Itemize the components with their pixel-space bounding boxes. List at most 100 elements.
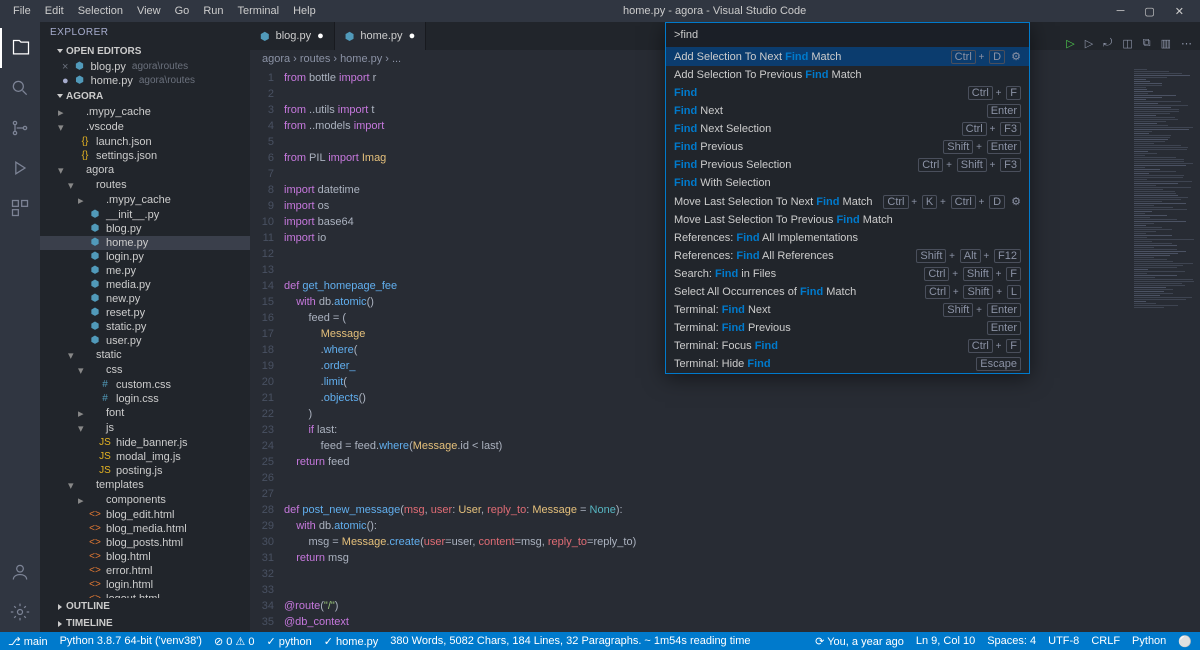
workspace-section[interactable]: AGORA [40, 88, 250, 105]
command-palette-item[interactable]: FindCtrl + F [666, 84, 1029, 102]
timeline-section[interactable]: TIMELINE [40, 615, 250, 632]
file-item[interactable]: ⬢media.py [40, 278, 250, 292]
folder-item[interactable]: ▸ .mypy_cache [40, 193, 250, 208]
command-palette-input[interactable] [666, 23, 1029, 47]
editor-tab[interactable]: ⬢home.py● [335, 22, 426, 50]
file-item[interactable]: #login.css [40, 392, 250, 406]
menu-run[interactable]: Run [196, 5, 230, 17]
command-palette-item[interactable]: References: Find All Implementations [666, 229, 1029, 247]
menu-selection[interactable]: Selection [71, 5, 130, 17]
statusbar-item[interactable]: ⟳ You, a year ago [815, 635, 904, 648]
statusbar-item[interactable]: ⎇ main [8, 635, 48, 648]
statusbar-item[interactable]: UTF-8 [1048, 635, 1079, 648]
command-palette-item[interactable]: Terminal: Find NextShift + Enter [666, 301, 1029, 319]
editor-tab[interactable]: ⬢blog.py● [250, 22, 335, 50]
file-item[interactable]: ⬢blog.py [40, 222, 250, 236]
file-item[interactable]: {}settings.json [40, 149, 250, 163]
command-palette-item[interactable]: Move Last Selection To Next Find MatchCt… [666, 192, 1029, 211]
minimize-icon[interactable]: ─ [1107, 5, 1135, 17]
file-item[interactable]: ⬢home.py [40, 236, 250, 250]
close-icon[interactable]: ✕ [1165, 5, 1194, 18]
open-editor-item[interactable]: ×⬢blog.pyagora\routes [40, 60, 250, 74]
breadcrumb-item[interactable]: routes [300, 53, 331, 65]
file-item[interactable]: ⬢user.py [40, 334, 250, 348]
menu-file[interactable]: File [6, 5, 38, 17]
statusbar-item[interactable]: CRLF [1091, 635, 1120, 648]
open-editor-item[interactable]: ●⬢home.pyagora\routes [40, 74, 250, 88]
menu-edit[interactable]: Edit [38, 5, 71, 17]
file-item[interactable]: <>blog.html [40, 550, 250, 564]
file-item[interactable]: ⬢new.py [40, 292, 250, 306]
folder-item[interactable]: ▾ routes [40, 178, 250, 193]
minimap[interactable] [1130, 68, 1200, 632]
command-palette-item[interactable]: Terminal: Find PreviousEnter [666, 319, 1029, 337]
statusbar-item[interactable]: Ln 9, Col 10 [916, 635, 975, 648]
statusbar-item[interactable]: ⚪ [1178, 635, 1192, 648]
statusbar-item[interactable]: Spaces: 4 [987, 635, 1036, 648]
command-palette-item[interactable]: Find Next SelectionCtrl + F3 [666, 120, 1029, 138]
split-editor-icon[interactable]: ◫ [1122, 37, 1132, 50]
folder-item[interactable]: ▾ .vscode [40, 120, 250, 135]
explorer-icon[interactable] [0, 28, 40, 68]
file-item[interactable]: ⬢static.py [40, 320, 250, 334]
open-editors-section[interactable]: OPEN EDITORS [40, 43, 250, 60]
folder-item[interactable]: ▾ js [40, 421, 250, 436]
menu-help[interactable]: Help [286, 5, 323, 17]
file-item[interactable]: <>blog_media.html [40, 522, 250, 536]
file-item[interactable]: <>blog_edit.html [40, 508, 250, 522]
run-debug-icon[interactable]: ▷ [1085, 37, 1093, 50]
outline-section[interactable]: OUTLINE [40, 598, 250, 615]
file-item[interactable]: ⬢reset.py [40, 306, 250, 320]
statusbar-item[interactable]: Python [1132, 635, 1166, 648]
command-palette-item[interactable]: Select All Occurrences of Find MatchCtrl… [666, 283, 1029, 301]
file-item[interactable]: ⬢login.py [40, 250, 250, 264]
file-item[interactable]: JShide_banner.js [40, 436, 250, 450]
folder-item[interactable]: ▾ static [40, 348, 250, 363]
file-item[interactable]: ⬢__init__.py [40, 208, 250, 222]
gear-icon[interactable]: ⚙ [1011, 50, 1021, 63]
breadcrumb-item[interactable]: agora [262, 53, 290, 65]
folder-item[interactable]: ▸ font [40, 406, 250, 421]
command-palette-item[interactable]: Find NextEnter [666, 102, 1029, 120]
folder-item[interactable]: ▸ .mypy_cache [40, 105, 250, 120]
git-compare-icon[interactable]: ⤾ [1103, 37, 1112, 50]
file-item[interactable]: ⬢me.py [40, 264, 250, 278]
file-item[interactable]: JSmodal_img.js [40, 450, 250, 464]
command-palette-item[interactable]: Terminal: Hide FindEscape [666, 355, 1029, 373]
file-item[interactable]: <>login.html [40, 578, 250, 592]
run-icon[interactable]: ▷ [1066, 37, 1074, 50]
breadcrumb-item[interactable]: home.py [340, 53, 382, 65]
command-palette-item[interactable]: References: Find All ReferencesShift + A… [666, 247, 1029, 265]
file-item[interactable]: {}launch.json [40, 135, 250, 149]
command-palette-item[interactable]: Find Previous SelectionCtrl + Shift + F3 [666, 156, 1029, 174]
file-item[interactable]: <>blog_posts.html [40, 536, 250, 550]
menu-go[interactable]: Go [168, 5, 197, 17]
maximize-icon[interactable]: ▢ [1134, 5, 1164, 18]
file-item[interactable]: <>error.html [40, 564, 250, 578]
more-icon[interactable]: ⋯ [1181, 37, 1192, 50]
file-item[interactable]: JSposting.js [40, 464, 250, 478]
statusbar-item[interactable]: ✓ home.py [324, 635, 378, 648]
gear-icon[interactable]: ⚙ [1011, 195, 1021, 208]
statusbar-item[interactable]: 380 Words, 5082 Chars, 184 Lines, 32 Par… [390, 635, 750, 648]
breadcrumb-item[interactable]: ... [392, 53, 401, 65]
menu-view[interactable]: View [130, 5, 168, 17]
diff-icon[interactable]: ⧉ [1143, 37, 1151, 50]
command-palette-item[interactable]: Add Selection To Next Find MatchCtrl + D… [666, 47, 1029, 66]
statusbar-item[interactable]: ✓ python [266, 635, 311, 648]
menu-terminal[interactable]: Terminal [231, 5, 287, 17]
layout-icon[interactable]: ▥ [1161, 37, 1171, 50]
command-palette-item[interactable]: Find With Selection [666, 174, 1029, 192]
statusbar-item[interactable]: Python 3.8.7 64-bit ('venv38') [60, 635, 202, 648]
command-palette-item[interactable]: Search: Find in FilesCtrl + Shift + F [666, 265, 1029, 283]
source-control-icon[interactable] [0, 108, 40, 148]
folder-item[interactable]: ▾ agora [40, 163, 250, 178]
folder-item[interactable]: ▾ css [40, 363, 250, 378]
command-palette-item[interactable]: Terminal: Focus FindCtrl + F [666, 337, 1029, 355]
command-palette-item[interactable]: Add Selection To Previous Find Match [666, 66, 1029, 84]
accounts-icon[interactable] [0, 552, 40, 592]
statusbar-item[interactable]: ⊘ 0 ⚠ 0 [214, 635, 254, 648]
folder-item[interactable]: ▾ templates [40, 478, 250, 493]
folder-item[interactable]: ▸ components [40, 493, 250, 508]
gear-icon[interactable] [0, 592, 40, 632]
